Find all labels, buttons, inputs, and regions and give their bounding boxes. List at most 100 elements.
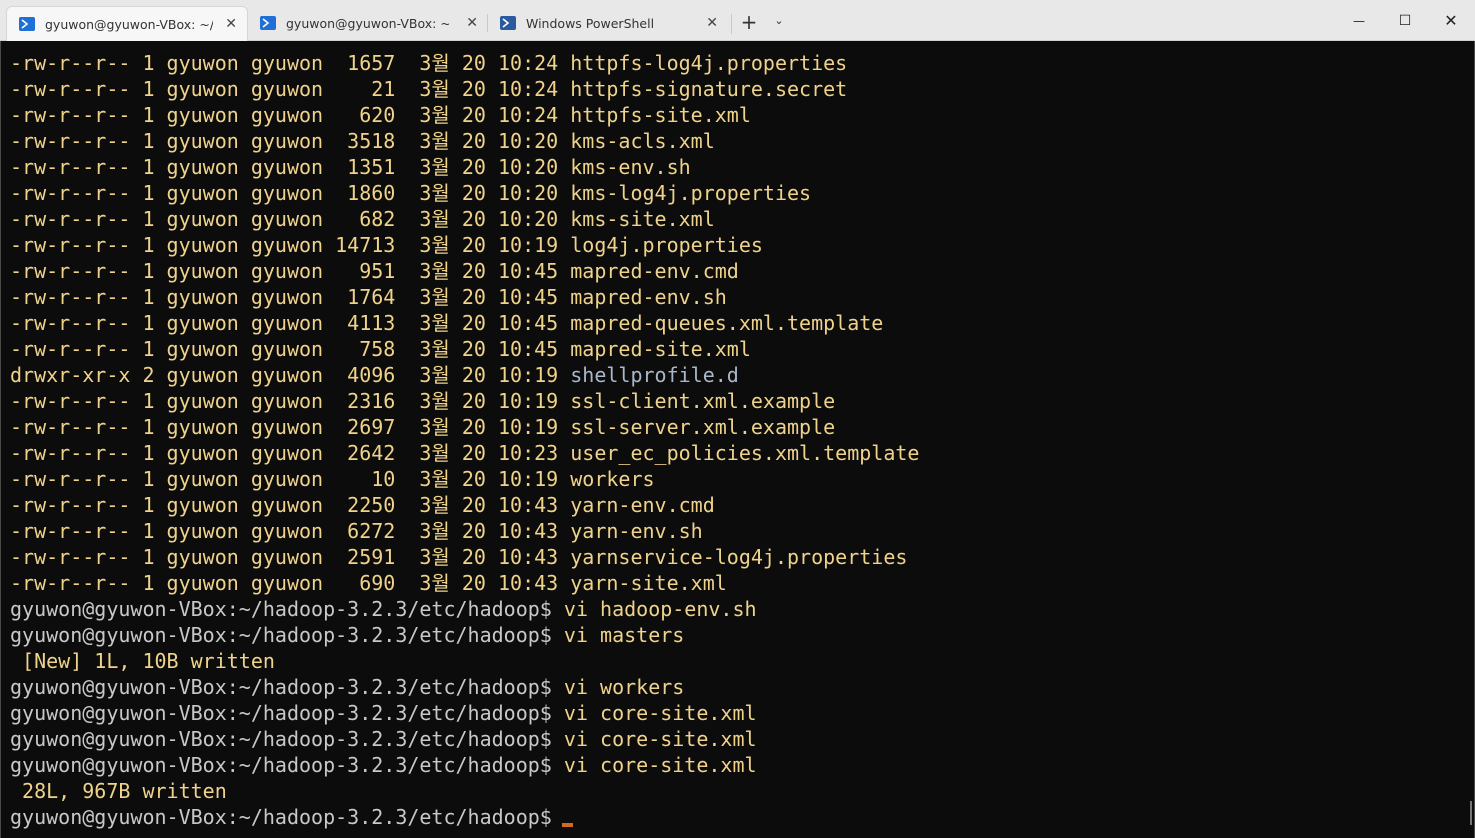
- ls-meta: -rw-r--r-- 1 gyuwon gyuwon 6272 3월 20 10…: [10, 519, 571, 543]
- minimize-button[interactable]: —: [1336, 0, 1382, 41]
- shell-prompt: gyuwon@gyuwon-VBox:~/hadoop-3.2.3/etc/ha…: [10, 701, 552, 725]
- ls-meta: drwxr-xr-x 2 gyuwon gyuwon 4096 3월 20 10…: [10, 363, 571, 387]
- ls-meta: -rw-r--r-- 1 gyuwon gyuwon 951 3월 20 10:…: [10, 259, 571, 283]
- ls-row: -rw-r--r-- 1 gyuwon gyuwon 21 3월 20 10:2…: [10, 76, 847, 102]
- tab-title: Windows PowerShell: [526, 16, 655, 31]
- prompt-line: gyuwon@gyuwon-VBox:~/hadoop-3.2.3/etc/ha…: [10, 622, 684, 648]
- ls-meta: -rw-r--r-- 1 gyuwon gyuwon 2642 3월 20 10…: [10, 441, 571, 465]
- ls-row: -rw-r--r-- 1 gyuwon gyuwon 2316 3월 20 10…: [10, 388, 835, 414]
- command-text: vi core-site.xml: [551, 753, 757, 777]
- ls-filename: mapred-env.sh: [570, 285, 727, 309]
- ls-meta: -rw-r--r-- 1 gyuwon gyuwon 690 3월 20 10:…: [10, 571, 571, 595]
- ls-row: -rw-r--r-- 1 gyuwon gyuwon 1860 3월 20 10…: [10, 180, 811, 206]
- close-window-button[interactable]: ✕: [1428, 0, 1474, 41]
- ls-filename: ssl-server.xml.example: [570, 415, 836, 439]
- shell-prompt: gyuwon@gyuwon-VBox:~/hadoop-3.2.3/etc/ha…: [10, 597, 552, 621]
- tab-second-terminal[interactable]: gyuwon@gyuwon-VBox: ~/da ✕: [248, 6, 488, 41]
- prompt-line: gyuwon@gyuwon-VBox:~/hadoop-3.2.3/etc/ha…: [10, 700, 757, 726]
- tab-close-icon[interactable]: ✕: [466, 15, 478, 31]
- ls-filename: kms-log4j.properties: [570, 181, 812, 205]
- tab-title: gyuwon@gyuwon-VBox: ~/da: [286, 16, 449, 31]
- ls-meta: -rw-r--r-- 1 gyuwon gyuwon 620 3월 20 10:…: [10, 103, 571, 127]
- ls-row: -rw-r--r-- 1 gyuwon gyuwon 6272 3월 20 10…: [10, 518, 703, 544]
- ls-row: -rw-r--r-- 1 gyuwon gyuwon 2250 3월 20 10…: [10, 492, 715, 518]
- ls-meta: -rw-r--r-- 1 gyuwon gyuwon 2316 3월 20 10…: [10, 389, 571, 413]
- ls-meta: -rw-r--r-- 1 gyuwon gyuwon 10 3월 20 10:1…: [10, 467, 571, 491]
- ls-row: -rw-r--r-- 1 gyuwon gyuwon 2697 3월 20 10…: [10, 414, 835, 440]
- ls-meta: -rw-r--r-- 1 gyuwon gyuwon 14713 3월 20 1…: [10, 233, 571, 257]
- maximize-icon: ☐: [1398, 12, 1412, 29]
- tab-hadoop-terminal[interactable]: gyuwon@gyuwon-VBox: ~/h ✕: [6, 6, 248, 41]
- ls-row: -rw-r--r-- 1 gyuwon gyuwon 1657 3월 20 10…: [10, 50, 847, 76]
- ls-filename: yarn-env.sh: [570, 519, 703, 543]
- ls-meta: -rw-r--r-- 1 gyuwon gyuwon 21 3월 20 10:2…: [10, 77, 571, 101]
- maximize-button[interactable]: ☐: [1382, 0, 1428, 41]
- ls-filename: mapred-env.cmd: [570, 259, 739, 283]
- ls-row: -rw-r--r-- 1 gyuwon gyuwon 10 3월 20 10:1…: [10, 466, 655, 492]
- tab-close-icon[interactable]: ✕: [706, 15, 718, 31]
- title-bar: gyuwon@gyuwon-VBox: ~/h ✕ gyuwon@gyuwon-…: [0, 0, 1475, 41]
- command-text: vi masters: [551, 623, 685, 647]
- ls-meta: -rw-r--r-- 1 gyuwon gyuwon 1351 3월 20 10…: [10, 155, 571, 179]
- prompt-line: gyuwon@gyuwon-VBox:~/hadoop-3.2.3/etc/ha…: [10, 804, 564, 830]
- tab-close-icon[interactable]: ✕: [225, 16, 237, 32]
- shell-prompt: gyuwon@gyuwon-VBox:~/hadoop-3.2.3/etc/ha…: [10, 623, 552, 647]
- terminal-icon: [260, 16, 276, 30]
- output-text: [New] 1L, 10B written: [10, 649, 275, 673]
- ls-filename: httpfs-signature.secret: [570, 77, 848, 101]
- terminal-pane[interactable]: -rw-r--r-- 1 gyuwon gyuwon 1657 3월 20 10…: [0, 41, 1475, 838]
- ls-row: -rw-r--r-- 1 gyuwon gyuwon 2591 3월 20 10…: [10, 544, 907, 570]
- output-text: 28L, 967B written: [10, 779, 227, 803]
- tab-dropdown-button[interactable]: ⌄: [770, 14, 788, 32]
- terminal-icon: [19, 17, 35, 31]
- ls-row: -rw-r--r-- 1 gyuwon gyuwon 1764 3월 20 10…: [10, 284, 727, 310]
- ls-row: -rw-r--r-- 1 gyuwon gyuwon 951 3월 20 10:…: [10, 258, 739, 284]
- ls-row: -rw-r--r-- 1 gyuwon gyuwon 2642 3월 20 10…: [10, 440, 919, 466]
- ls-meta: -rw-r--r-- 1 gyuwon gyuwon 1657 3월 20 10…: [10, 51, 571, 75]
- ls-meta: -rw-r--r-- 1 gyuwon gyuwon 4113 3월 20 10…: [10, 311, 571, 335]
- ls-filename: user_ec_policies.xml.template: [570, 441, 920, 465]
- ls-filename: yarn-site.xml: [570, 571, 727, 595]
- new-tab-button[interactable]: +: [738, 12, 760, 34]
- ls-filename: kms-site.xml: [570, 207, 715, 231]
- tab-bar-divider: [731, 14, 732, 34]
- ls-row: -rw-r--r-- 1 gyuwon gyuwon 4113 3월 20 10…: [10, 310, 883, 336]
- close-icon: ✕: [1444, 11, 1458, 30]
- output-line: [New] 1L, 10B written: [10, 648, 275, 674]
- ls-meta: -rw-r--r-- 1 gyuwon gyuwon 1860 3월 20 10…: [10, 181, 571, 205]
- prompt-line: gyuwon@gyuwon-VBox:~/hadoop-3.2.3/etc/ha…: [10, 752, 757, 778]
- prompt-line: gyuwon@gyuwon-VBox:~/hadoop-3.2.3/etc/ha…: [10, 674, 684, 700]
- shell-prompt: gyuwon@gyuwon-VBox:~/hadoop-3.2.3/etc/ha…: [10, 753, 552, 777]
- prompt-line: gyuwon@gyuwon-VBox:~/hadoop-3.2.3/etc/ha…: [10, 726, 757, 752]
- ls-meta: -rw-r--r-- 1 gyuwon gyuwon 682 3월 20 10:…: [10, 207, 571, 231]
- tab-powershell[interactable]: Windows PowerShell ✕: [488, 6, 728, 41]
- ls-row: -rw-r--r-- 1 gyuwon gyuwon 758 3월 20 10:…: [10, 336, 751, 362]
- ls-meta: -rw-r--r-- 1 gyuwon gyuwon 758 3월 20 10:…: [10, 337, 571, 361]
- ls-filename: httpfs-log4j.properties: [570, 51, 848, 75]
- ls-filename: log4j.properties: [570, 233, 763, 257]
- ls-row: -rw-r--r-- 1 gyuwon gyuwon 14713 3월 20 1…: [10, 232, 763, 258]
- minimize-icon: —: [1353, 13, 1365, 28]
- ls-meta: -rw-r--r-- 1 gyuwon gyuwon 2250 3월 20 10…: [10, 493, 571, 517]
- shell-prompt: gyuwon@gyuwon-VBox:~/hadoop-3.2.3/etc/ha…: [10, 675, 552, 699]
- shell-prompt: gyuwon@gyuwon-VBox:~/hadoop-3.2.3/etc/ha…: [10, 805, 552, 829]
- text-cursor: [562, 823, 573, 827]
- ls-meta: -rw-r--r-- 1 gyuwon gyuwon 3518 3월 20 10…: [10, 129, 571, 153]
- ls-row: -rw-r--r-- 1 gyuwon gyuwon 3518 3월 20 10…: [10, 128, 715, 154]
- ls-filename: yarn-env.cmd: [570, 493, 715, 517]
- ls-row: -rw-r--r-- 1 gyuwon gyuwon 682 3월 20 10:…: [10, 206, 715, 232]
- ls-row: -rw-r--r-- 1 gyuwon gyuwon 1351 3월 20 10…: [10, 154, 691, 180]
- ls-filename: kms-acls.xml: [570, 129, 715, 153]
- ls-meta: -rw-r--r-- 1 gyuwon gyuwon 1764 3월 20 10…: [10, 285, 571, 309]
- scrollbar[interactable]: [1470, 801, 1472, 825]
- ls-filename: yarnservice-log4j.properties: [570, 545, 908, 569]
- ls-filename: httpfs-site.xml: [570, 103, 751, 127]
- ls-row: -rw-r--r-- 1 gyuwon gyuwon 690 3월 20 10:…: [10, 570, 727, 596]
- ls-filename: workers: [570, 467, 655, 491]
- ls-row: -rw-r--r-- 1 gyuwon gyuwon 620 3월 20 10:…: [10, 102, 751, 128]
- ls-filename: mapred-queues.xml.template: [570, 311, 884, 335]
- tab-title: gyuwon@gyuwon-VBox: ~/h: [45, 17, 213, 32]
- ls-filename: mapred-site.xml: [570, 337, 751, 361]
- prompt-line: gyuwon@gyuwon-VBox:~/hadoop-3.2.3/etc/ha…: [10, 596, 757, 622]
- ls-meta: -rw-r--r-- 1 gyuwon gyuwon 2697 3월 20 10…: [10, 415, 571, 439]
